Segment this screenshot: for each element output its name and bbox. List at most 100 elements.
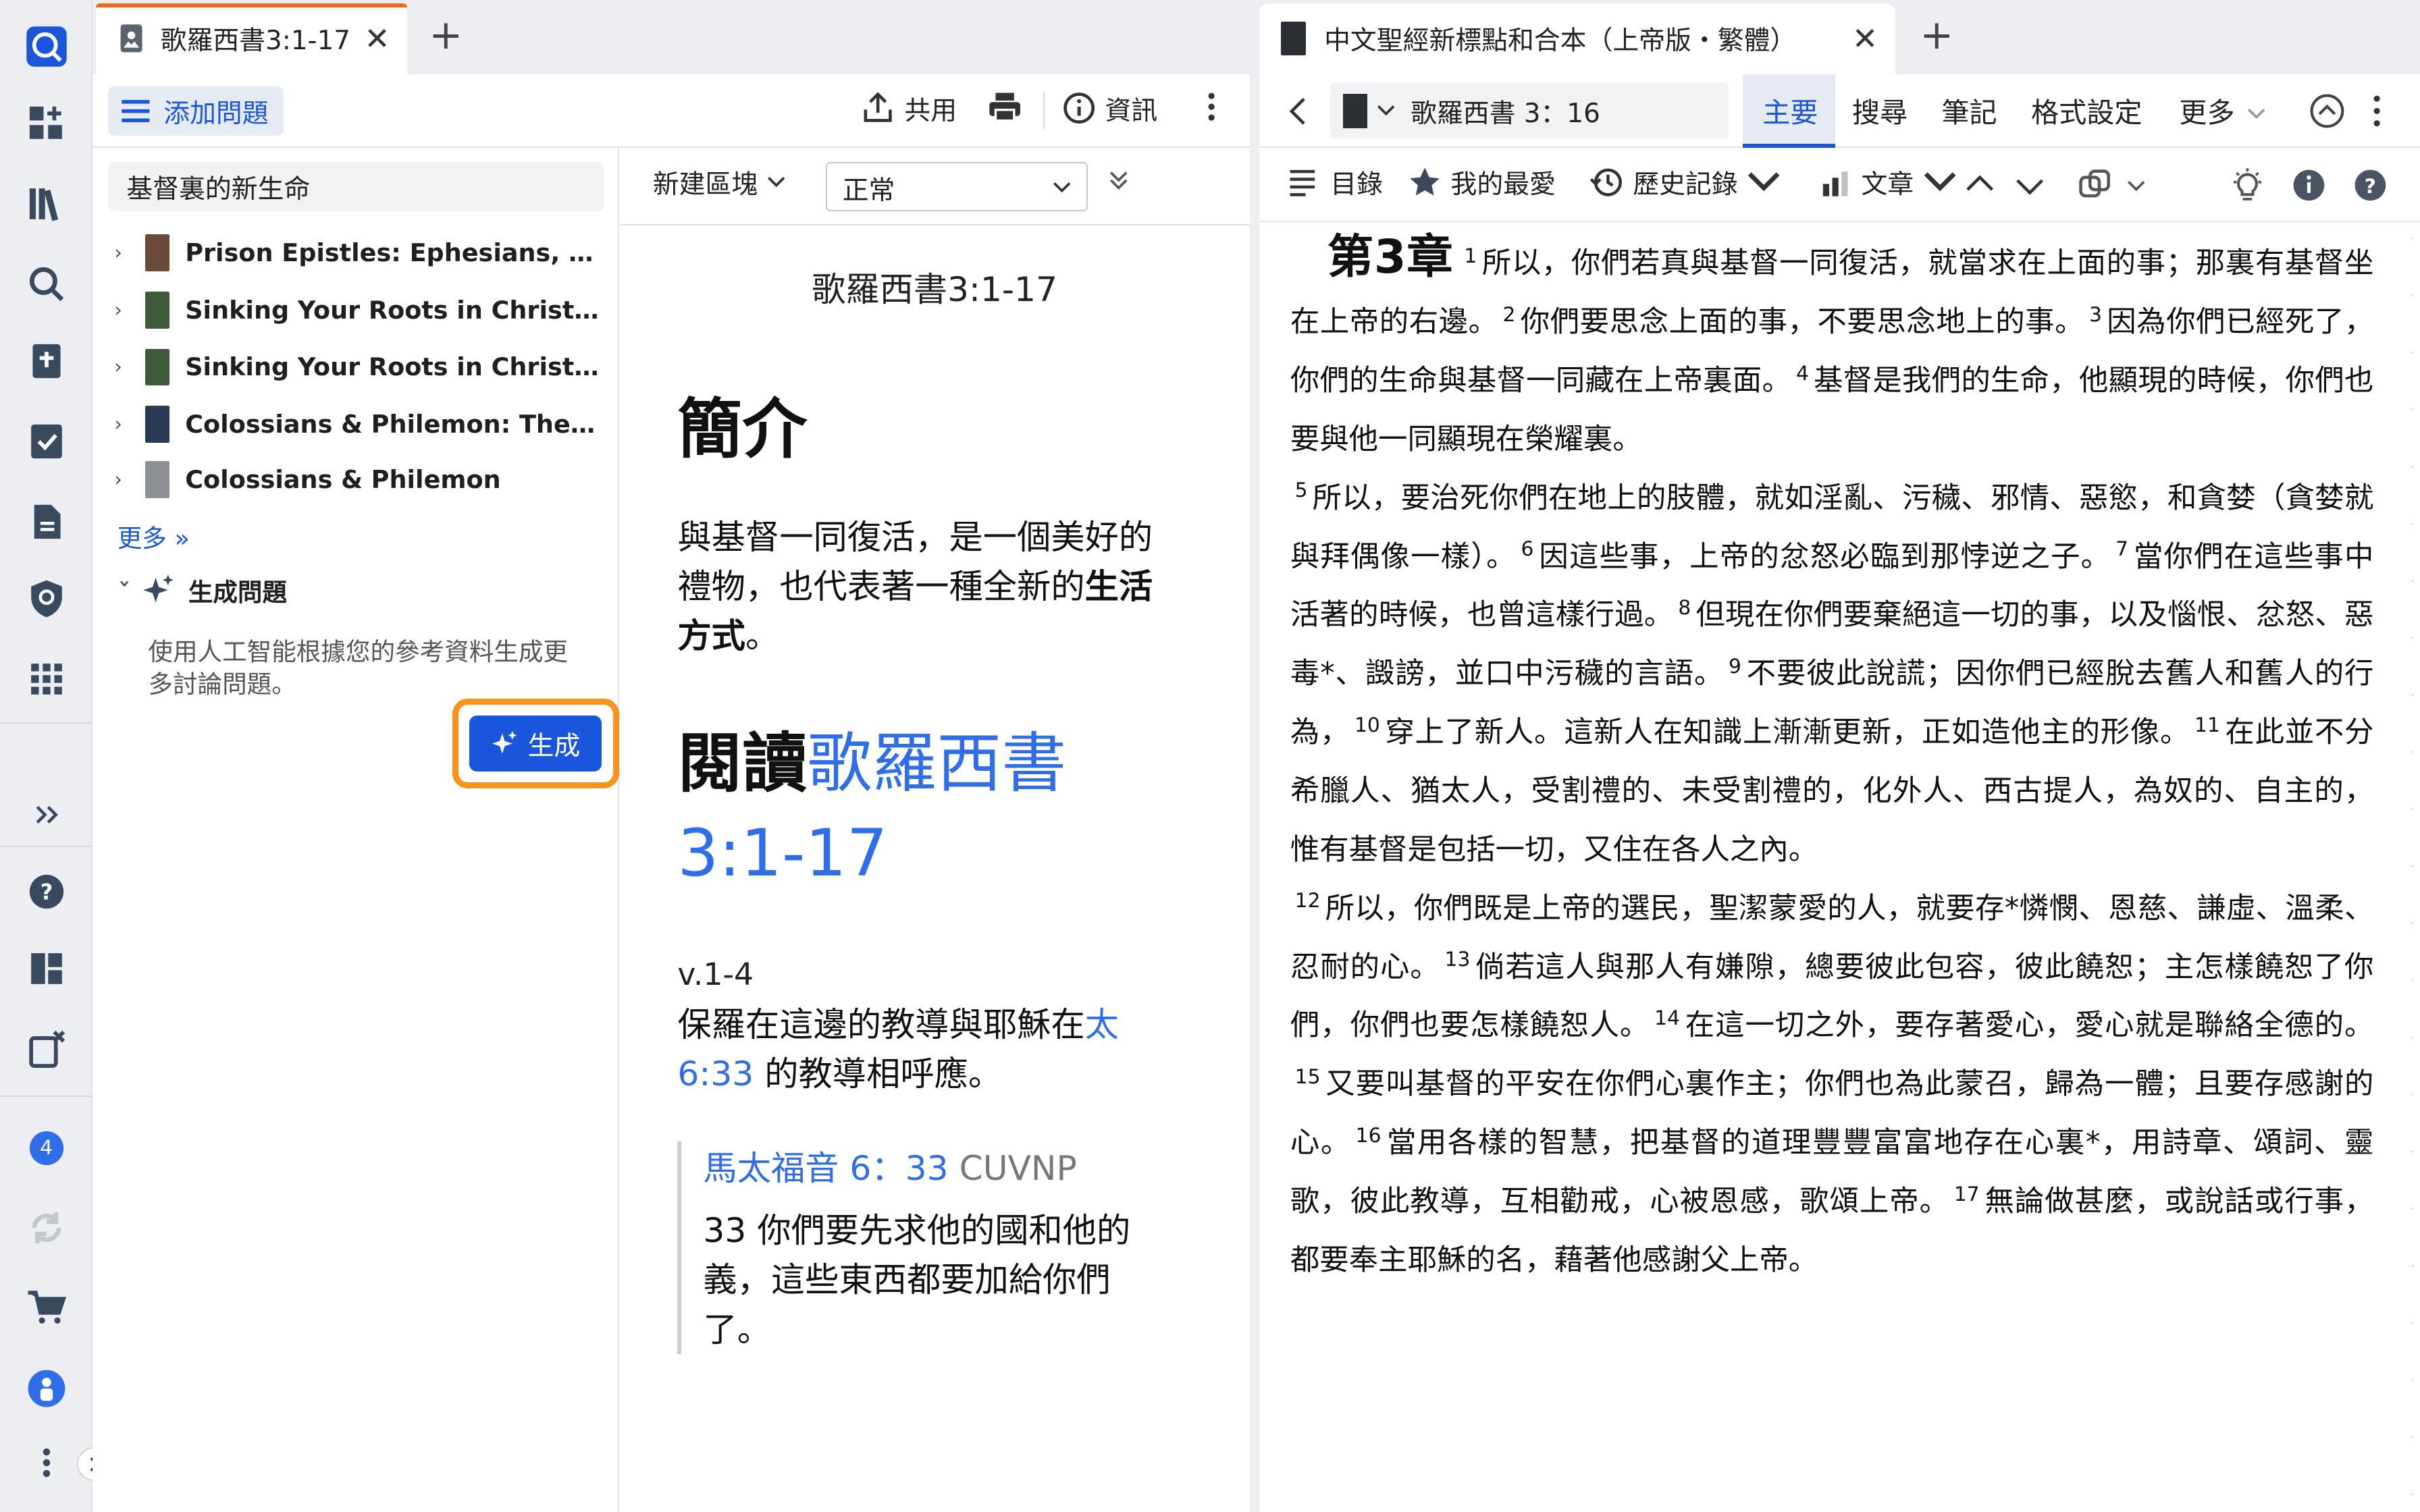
notification-badge[interactable]: 4: [18, 1120, 74, 1175]
chevron-right-icon[interactable]: ›: [114, 412, 136, 436]
verse-number[interactable]: 11: [2194, 713, 2220, 737]
resource-item[interactable]: › Colossians & Philemon: The Lor…: [114, 401, 608, 448]
resource-item[interactable]: › Sinking Your Roots in Christ: A …: [114, 287, 608, 333]
panel-menu-icon[interactable]: [1194, 90, 1228, 124]
verse-number[interactable]: 13: [1445, 948, 1471, 971]
verse-number[interactable]: 6: [1521, 537, 1534, 561]
document-title[interactable]: 歌羅西書3:1-17: [619, 263, 1251, 311]
verse-number[interactable]: 14: [1654, 1006, 1680, 1030]
history-button[interactable]: 歷史記錄: [1589, 163, 1781, 201]
lightbulb-icon[interactable]: [2229, 167, 2266, 204]
tab-search[interactable]: 搜尋: [1852, 90, 1908, 130]
verse-number[interactable]: 5: [1295, 479, 1308, 502]
add-question-button[interactable]: 添加問題: [107, 86, 284, 136]
verse-note[interactable]: 保羅在這邊的教導與耶穌在太 6:33 的教導相呼應。: [677, 1000, 1171, 1098]
chevron-right-icon[interactable]: ›: [114, 468, 136, 491]
verse-number[interactable]: 9: [1729, 655, 1741, 678]
favorites-button[interactable]: 我的最愛: [1408, 163, 1556, 201]
next-down-icon[interactable]: [2013, 168, 2047, 202]
apps-grid-icon[interactable]: [18, 651, 74, 707]
verse-text[interactable]: 穿上了新人。這新人在知識上漸漸更新，正如造他主的形像。: [1385, 716, 2190, 749]
scrollbar[interactable]: [2408, 222, 2417, 1512]
share-button[interactable]: 共用: [861, 90, 957, 128]
bible-add-icon[interactable]: [18, 333, 74, 389]
more-resources-link[interactable]: 更多 »: [117, 518, 190, 554]
text-mode-button[interactable]: 文章: [1818, 163, 1957, 201]
verse-number[interactable]: 10: [1354, 713, 1380, 737]
tab-more[interactable]: 更多: [2179, 90, 2234, 130]
verse-number[interactable]: 7: [2115, 537, 2128, 561]
collapse-up-icon[interactable]: [2309, 92, 2346, 130]
reference-box[interactable]: 歌羅西書 3：16: [1330, 83, 1729, 139]
verse-text[interactable]: 你們要思念上面的事，不要思念地上的事。: [1520, 305, 2084, 339]
generate-questions-section[interactable]: › 生成問題: [113, 572, 287, 608]
tab-main[interactable]: 主要: [1762, 90, 1818, 130]
resource-item[interactable]: › Sinking Your Roots in Christ: A …: [114, 344, 608, 391]
table-of-contents-button[interactable]: 目錄: [1287, 163, 1383, 201]
cart-icon[interactable]: [18, 1280, 74, 1336]
read-heading[interactable]: 閱讀歌羅西書 3:1-17: [677, 719, 1202, 898]
verse-number[interactable]: 2: [1502, 303, 1515, 327]
search-icon[interactable]: [18, 256, 74, 311]
verse-number[interactable]: 8: [1678, 596, 1691, 620]
info-icon[interactable]: [2290, 167, 2327, 204]
close-panels-icon[interactable]: [18, 1021, 74, 1077]
account-avatar-icon[interactable]: [18, 1361, 74, 1416]
expand-toolbar-icon[interactable]: [1109, 169, 1128, 191]
quote-reference-link[interactable]: 馬太福音 6：33: [703, 1148, 948, 1188]
close-tab-icon[interactable]: ✕: [364, 21, 390, 57]
search-app-icon[interactable]: [18, 18, 74, 74]
help-icon[interactable]: ?: [18, 864, 74, 919]
verse-number[interactable]: 1: [1464, 244, 1477, 268]
chevron-down-icon[interactable]: ›: [113, 579, 137, 601]
document-icon[interactable]: [18, 493, 74, 549]
resource-item[interactable]: › Colossians & Philemon: [114, 457, 608, 504]
print-button[interactable]: [988, 90, 1022, 124]
verse-text[interactable]: 在這一切之外，要存著愛心，愛心就是聯絡全德的。: [1685, 1008, 2374, 1042]
library-icon[interactable]: [18, 176, 74, 232]
verse-number[interactable]: 15: [1295, 1065, 1321, 1089]
layout-icon[interactable]: [18, 941, 74, 996]
more-menu-icon[interactable]: [18, 1435, 74, 1490]
chevron-right-icon[interactable]: ›: [114, 241, 136, 265]
resource-item[interactable]: › Prison Epistles: Ephesians, Phili…: [114, 230, 608, 277]
tab-bible[interactable]: 中文聖經新標點和合本（上帝版・繁體） ✕: [1259, 3, 1895, 74]
previous-up-icon[interactable]: [1963, 168, 1997, 202]
chevron-down-icon[interactable]: [1377, 105, 1395, 117]
bible-text[interactable]: 第3章 1 所以，你們若真與基督一同復活，就當求在上面的事；那裏有基督坐在上帝的右邊…: [1290, 228, 2374, 1289]
verse-number[interactable]: 4: [1796, 362, 1809, 385]
back-arrow-icon[interactable]: [1287, 96, 1309, 127]
add-dashboard-icon[interactable]: [18, 96, 74, 151]
add-tab-icon[interactable]: +: [429, 12, 463, 59]
expand-rail-icon[interactable]: [18, 787, 74, 842]
new-block-dropdown[interactable]: 新建區塊: [653, 163, 786, 201]
panel-menu-icon[interactable]: [2371, 92, 2383, 130]
checklist-icon[interactable]: [18, 414, 74, 469]
chevron-down-icon[interactable]: [2247, 108, 2265, 120]
chevron-down-icon[interactable]: [2127, 180, 2145, 192]
shield-icon[interactable]: [18, 571, 74, 626]
tab-notes[interactable]: 筆記: [1941, 90, 1997, 130]
add-tab-icon[interactable]: +: [1920, 12, 1953, 59]
tab-colossians-study[interactable]: 歌羅西書3:1-17 ✕: [95, 3, 408, 74]
verse-number[interactable]: 12: [1295, 889, 1321, 913]
link-sets-icon[interactable]: [2078, 168, 2118, 202]
sparkle-icon: [492, 730, 517, 754]
intro-heading[interactable]: 簡介: [677, 377, 807, 470]
help-icon[interactable]: ?: [2352, 167, 2389, 204]
topic-search-input[interactable]: 基督裏的新生命: [107, 161, 604, 212]
generate-button[interactable]: 生成: [469, 716, 602, 772]
sync-icon[interactable]: [18, 1200, 74, 1256]
verse-number[interactable]: 16: [1356, 1124, 1382, 1148]
verse-text[interactable]: 因這些事，上帝的忿怒必臨到那悖逆之子。: [1538, 540, 2111, 574]
tab-format[interactable]: 格式設定: [2031, 90, 2142, 130]
quote-version: CUVNP: [948, 1148, 1077, 1189]
chevron-right-icon[interactable]: ›: [114, 298, 136, 322]
verse-number[interactable]: 3: [2089, 303, 2102, 327]
style-select[interactable]: 正常: [825, 161, 1088, 212]
verse-number[interactable]: 17: [1954, 1183, 1980, 1206]
chevron-right-icon[interactable]: ›: [114, 355, 136, 379]
intro-paragraph[interactable]: 與基督一同復活，是一個美好的禮物，也代表著一種全新的生活方式。: [677, 512, 1171, 660]
close-tab-icon[interactable]: ✕: [1852, 21, 1878, 57]
info-button[interactable]: 資訊: [1062, 90, 1157, 128]
